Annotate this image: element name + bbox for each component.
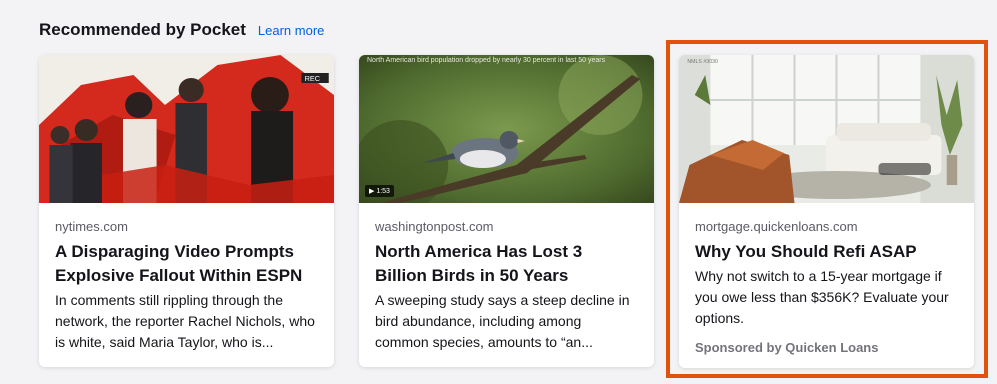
section-title: Recommended by Pocket	[39, 20, 246, 39]
svg-text:REC: REC	[305, 75, 320, 83]
sponsored-card[interactable]: NMLS #3030 mortgage.quickenloans.com Why…	[679, 55, 974, 368]
story-source: nytimes.com	[55, 219, 128, 234]
sponsor-label: Sponsored by Quicken Loans	[695, 340, 879, 355]
story-source: washingtonpost.com	[375, 219, 494, 234]
story-thumbnail: NMLS #3030	[679, 55, 974, 203]
image-caption: North American bird population dropped b…	[367, 57, 606, 64]
story-excerpt: A sweeping study says a steep decline in…	[375, 292, 630, 350]
story-thumbnail: North American bird population dropped b…	[359, 55, 654, 203]
story-card[interactable]: North American bird population dropped b…	[359, 55, 654, 367]
story-headline: North America Has Lost 3 Billion Birds i…	[375, 242, 583, 285]
story-headline: A Disparaging Video Prompts Explosive Fa…	[55, 242, 303, 285]
section-header: Recommended by Pocket Learn more	[39, 20, 324, 40]
svg-text:NMLS #3030: NMLS #3030	[687, 59, 718, 65]
story-headline: Why You Should Refi ASAP	[695, 242, 917, 261]
story-excerpt: Why not switch to a 15-year mortgage if …	[695, 268, 949, 326]
video-duration-badge: ▶ 1:53	[365, 185, 394, 197]
story-source: mortgage.quickenloans.com	[695, 219, 858, 234]
learn-more-link[interactable]: Learn more	[258, 23, 324, 38]
story-thumbnail: REC	[39, 55, 334, 203]
story-excerpt: In comments still rippling through the n…	[55, 292, 315, 350]
story-card[interactable]: REC nytimes.com A Disparaging Video Prom…	[39, 55, 334, 367]
